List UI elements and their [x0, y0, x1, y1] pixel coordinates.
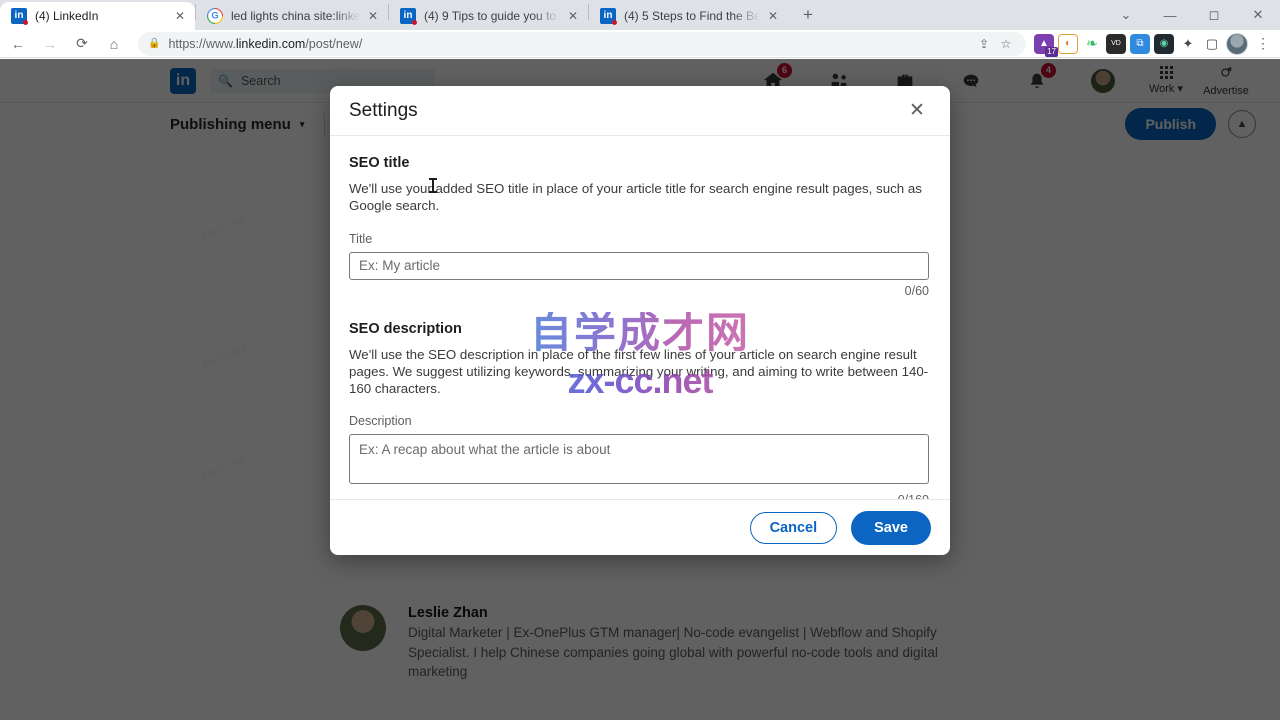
forward-button[interactable]: →: [36, 30, 64, 58]
omnibox-actions: ⇪ ☆: [974, 34, 1016, 54]
chrome-menu-icon[interactable]: ⋮: [1252, 33, 1274, 55]
browser-tab-2[interactable]: led lights china site:linkedin.co ✕: [196, 2, 388, 30]
browser-tab-4[interactable]: in (4) 5 Steps to Find the Best LE ✕: [589, 2, 788, 30]
browser-window: in (4) LinkedIn ✕ led lights china site:…: [0, 0, 1280, 720]
star-icon[interactable]: ☆: [996, 34, 1016, 54]
seo-description-counter: 0/160: [349, 493, 929, 499]
profile-avatar-icon[interactable]: [1226, 32, 1248, 55]
window-controls: ⌄ — ◻ ✕: [1104, 0, 1280, 30]
seo-title-description: We'll use your added SEO title in place …: [349, 181, 922, 214]
tab-title: (4) LinkedIn: [35, 9, 99, 23]
vidiq-extension-icon[interactable]: VD: [1106, 33, 1126, 54]
tab-search-chevron-icon[interactable]: ⌄: [1104, 0, 1148, 30]
dialog-footer: Cancel Save: [330, 499, 950, 555]
puzzle-extension-icon[interactable]: ✦: [1178, 33, 1198, 54]
cancel-button[interactable]: Cancel: [749, 511, 838, 544]
tab-close-icon[interactable]: ✕: [764, 7, 782, 25]
title-field-label: Title: [349, 231, 373, 246]
tab-title: led lights china site:linkedin.co: [231, 9, 360, 23]
new-tab-button[interactable]: +: [794, 1, 822, 29]
tab-strip: in (4) LinkedIn ✕ led lights china site:…: [0, 0, 1280, 30]
grammarly-extension-icon[interactable]: ◐: [1058, 33, 1078, 54]
minimize-button[interactable]: —: [1148, 0, 1192, 30]
tab-close-icon[interactable]: ✕: [171, 7, 189, 25]
evernote-extension-icon[interactable]: ❧: [1082, 33, 1102, 54]
address-bar-url: https://www.linkedin.com/post/new/: [168, 36, 363, 51]
save-button[interactable]: Save: [851, 510, 931, 545]
pocket-extension-icon[interactable]: ▲ 17: [1034, 33, 1058, 57]
tab-title: (4) 5 Steps to Find the Best LE: [624, 9, 760, 23]
share-icon[interactable]: ⇪: [974, 34, 994, 54]
back-button[interactable]: ←: [4, 30, 32, 58]
maximize-button[interactable]: ◻: [1192, 0, 1236, 30]
lock-icon: 🔒: [148, 38, 161, 49]
tab-title: (4) 9 Tips to guide you to imp: [424, 9, 560, 23]
google-icon: [207, 8, 223, 24]
settings-dialog: Settings ✕ SEO title We'll use your adde…: [330, 86, 950, 555]
seo-extension-icon[interactable]: ⧉: [1130, 33, 1150, 54]
browser-toolbar: ← → ⟳ ⌂ 🔒 https://www.linkedin.com/post/…: [0, 30, 1280, 58]
seo-description-description: We'll use the SEO description in place o…: [349, 346, 929, 397]
close-window-button[interactable]: ✕: [1236, 0, 1280, 30]
linkedin-icon: in: [11, 8, 28, 25]
browser-tab-3[interactable]: in (4) 9 Tips to guide you to imp ✕: [389, 2, 588, 30]
tab-close-icon[interactable]: ✕: [564, 7, 582, 25]
side-panel-icon[interactable]: ▢: [1202, 33, 1222, 54]
dialog-header: Settings ✕: [330, 86, 950, 136]
linkedin-icon: in: [400, 8, 417, 25]
reload-button[interactable]: ⟳: [68, 30, 96, 58]
text-cursor: [429, 178, 437, 193]
home-button[interactable]: ⌂: [100, 30, 128, 58]
seo-title-heading: SEO title: [349, 155, 410, 171]
linkedin-icon: in: [600, 8, 617, 25]
loom-extension-icon[interactable]: ◉: [1154, 33, 1174, 54]
address-bar[interactable]: 🔒 https://www.linkedin.com/post/new/ ⇪ ☆: [138, 31, 1026, 56]
extensions-strip: ▲ 17 ◐ ❧ VD ⧉ ◉ ✦ ▢ ⋮: [1034, 32, 1280, 57]
browser-tab-1[interactable]: in (4) LinkedIn ✕: [0, 2, 195, 30]
description-field-label: Description: [349, 414, 412, 429]
seo-title-counter: 0/60: [904, 283, 929, 298]
dialog-body: SEO title We'll use your added SEO title…: [330, 136, 950, 499]
seo-description-heading: SEO description: [349, 320, 462, 337]
close-icon[interactable]: ✕: [903, 97, 931, 125]
seo-title-input[interactable]: [349, 251, 929, 280]
seo-description-textarea[interactable]: [349, 434, 929, 485]
tab-close-icon[interactable]: ✕: [364, 7, 382, 25]
dialog-title: Settings: [349, 99, 418, 121]
